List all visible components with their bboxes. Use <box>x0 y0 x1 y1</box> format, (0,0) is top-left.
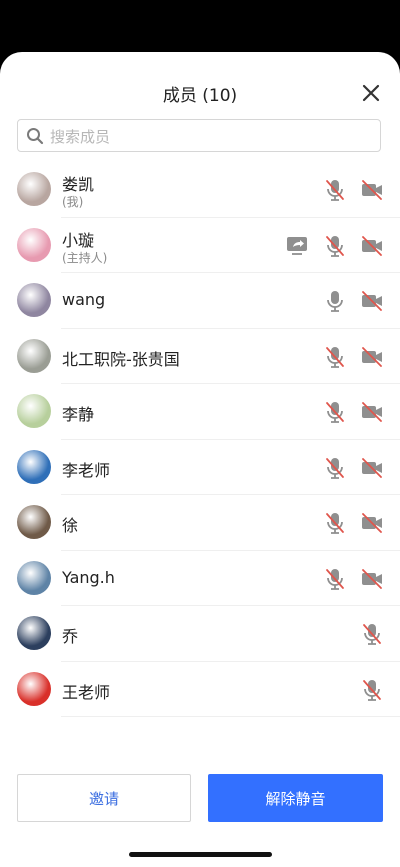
sheet-header: 成员 (10) <box>0 52 400 153</box>
avatar <box>17 560 51 595</box>
row-divider <box>61 716 400 717</box>
member-name: 徐 <box>62 516 79 535</box>
unmute-all-button[interactable]: 解除静音 <box>208 774 383 822</box>
avatar <box>17 616 51 650</box>
microphone-muted-icon[interactable] <box>323 234 347 258</box>
member-row[interactable]: 徐 <box>0 495 400 551</box>
member-name: 乔 <box>62 627 79 646</box>
camera-off-icon[interactable] <box>360 567 384 591</box>
search-icon <box>27 128 44 145</box>
member-list: 娄凯 (我) 小璇 (主持人) wang 北工职院-张贵国 李静 李老师徐 Yang.h 乔王老师 <box>0 162 400 717</box>
search-box[interactable] <box>17 119 381 153</box>
member-name: Yang.h <box>62 567 115 587</box>
camera-off-icon[interactable] <box>360 511 384 535</box>
member-role: (我) <box>62 195 84 209</box>
microphone-muted-icon[interactable] <box>323 567 347 591</box>
camera-off-icon[interactable] <box>360 400 384 424</box>
camera-off-icon[interactable] <box>360 178 384 202</box>
member-role: (主持人) <box>62 250 108 265</box>
camera-off-icon[interactable] <box>360 345 384 369</box>
member-row[interactable]: 李老师 <box>0 440 400 495</box>
screen-share-icon[interactable] <box>285 234 309 258</box>
invite-button[interactable]: 邀请 <box>17 774 191 822</box>
member-row[interactable]: 小璇 (主持人) <box>0 218 400 273</box>
microphone-muted-icon[interactable] <box>323 511 347 535</box>
camera-off-icon[interactable] <box>360 289 384 313</box>
avatar <box>17 283 51 317</box>
avatar <box>17 394 51 428</box>
member-row[interactable]: 娄凯 (我) <box>0 162 400 218</box>
member-row[interactable]: 乔 <box>0 606 400 662</box>
member-row[interactable]: 王老师 <box>0 662 400 717</box>
avatar <box>17 227 51 262</box>
member-name: 王老师 <box>62 682 111 702</box>
avatar <box>17 172 51 206</box>
microphone-muted-icon[interactable] <box>360 678 384 702</box>
home-indicator <box>129 852 272 857</box>
member-name: 李静 <box>62 405 95 424</box>
microphone-icon[interactable] <box>323 289 347 313</box>
camera-off-icon[interactable] <box>360 234 384 258</box>
microphone-muted-icon[interactable] <box>323 178 347 202</box>
member-row[interactable]: Yang.h <box>0 551 400 606</box>
avatar <box>17 505 51 539</box>
microphone-muted-icon[interactable] <box>360 622 384 646</box>
participants-sheet: 成员 (10) 娄凯(我)小璇(主持人)wang北工职院-张贵国李静李老师徐Ya… <box>0 52 400 867</box>
avatar <box>17 671 51 706</box>
member-name: 李老师 <box>62 460 111 480</box>
member-row[interactable]: wang <box>0 273 400 329</box>
member-name: 北工职院-张贵国 <box>62 349 180 369</box>
member-row[interactable]: 李静 <box>0 384 400 440</box>
member-name: wang <box>62 290 106 309</box>
camera-off-icon[interactable] <box>360 456 384 480</box>
microphone-muted-icon[interactable] <box>323 456 347 480</box>
page-title: 成员 (10) <box>162 86 238 106</box>
microphone-muted-icon[interactable] <box>323 345 347 369</box>
member-row[interactable]: 北工职院-张贵国 <box>0 329 400 384</box>
avatar <box>17 449 51 484</box>
close-icon[interactable] <box>360 82 382 104</box>
member-name: 小璇 <box>62 230 95 250</box>
microphone-muted-icon[interactable] <box>323 400 347 424</box>
avatar <box>17 338 51 373</box>
member-name: 娄凯 <box>62 175 95 194</box>
search-input[interactable] <box>48 120 372 153</box>
